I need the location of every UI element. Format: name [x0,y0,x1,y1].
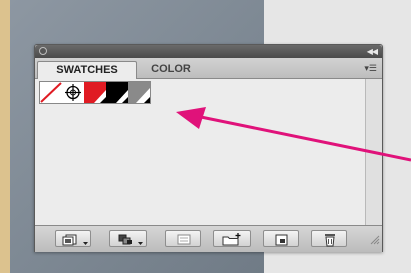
annotation-arrow [176,107,411,162]
